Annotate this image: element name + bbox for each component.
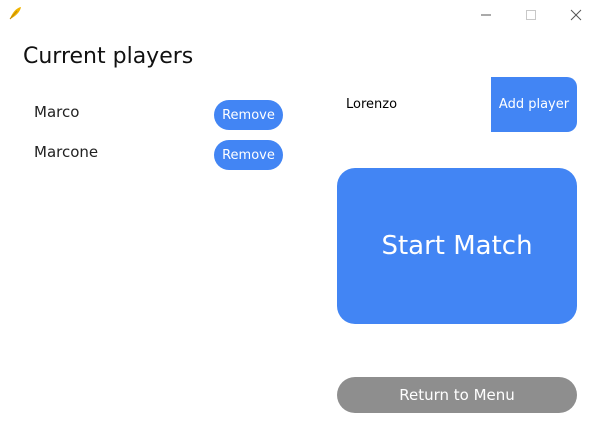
minimize-button[interactable] <box>463 0 509 30</box>
start-match-button[interactable]: Start Match <box>337 168 577 324</box>
close-icon <box>570 6 582 25</box>
player-name-input[interactable] <box>338 78 488 130</box>
maximize-icon <box>525 6 537 25</box>
player-row: Marcone Remove <box>34 140 284 170</box>
maximize-button[interactable] <box>508 0 554 30</box>
page-title: Current players <box>23 44 194 69</box>
player-row: Marco Remove <box>34 100 284 130</box>
player-name: Marcone <box>34 143 99 161</box>
remove-player-button[interactable]: Remove <box>214 100 283 130</box>
minimize-icon <box>480 6 492 25</box>
player-name: Marco <box>34 103 80 121</box>
title-bar <box>0 0 598 30</box>
return-to-menu-button[interactable]: Return to Menu <box>337 377 577 413</box>
add-player-button[interactable]: Add player <box>491 77 577 132</box>
feather-icon <box>6 4 24 22</box>
remove-player-button[interactable]: Remove <box>214 140 283 170</box>
close-button[interactable] <box>553 0 598 30</box>
